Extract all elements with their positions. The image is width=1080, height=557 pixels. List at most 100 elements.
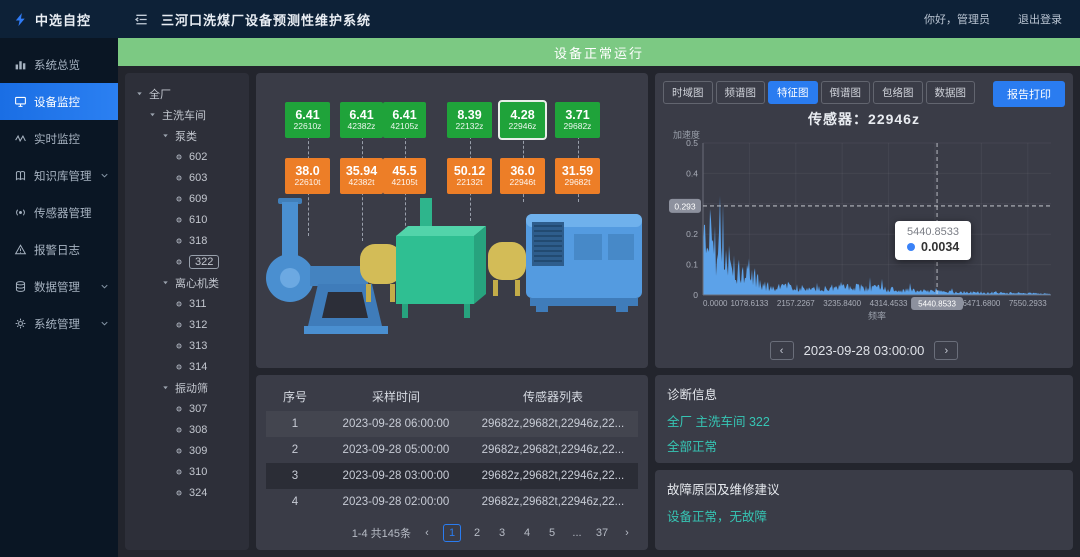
sensor-value: 45.5 (392, 164, 416, 178)
tree-node-609[interactable]: 609 (131, 188, 243, 209)
chart-tab-6[interactable]: 数据图 (926, 81, 976, 104)
pagination-ellipsis: ... (568, 524, 586, 542)
sidebar-item-5[interactable]: 传感器管理 (0, 194, 118, 231)
tree-branch-主洗车间[interactable]: 主洗车间 (131, 104, 243, 125)
x-crosshair-label: 5440.8533 (918, 300, 956, 309)
sensor-badge-42382t[interactable]: 35.9442382t (340, 158, 383, 194)
status-banner-text: 设备正常运行 (554, 43, 644, 62)
pagination-page-2[interactable]: 2 (468, 524, 486, 542)
table-row-2[interactable]: 22023-09-28 05:00:0029682z,29682t,22946z… (266, 437, 638, 463)
alarm-icon (14, 243, 27, 256)
sidebar-item-8[interactable]: 系统管理 (0, 305, 118, 342)
diagnosis-panel: 诊断信息 全厂 主洗车间 322全部正常 (655, 375, 1073, 463)
sensor-badge-42105z[interactable]: 6.4142105z (383, 102, 426, 138)
next-date-button[interactable]: › (934, 341, 958, 360)
tree-node-label: 307 (189, 403, 207, 415)
table-row-3[interactable]: 32023-09-28 03:00:0029682z,29682t,22946z… (266, 463, 638, 489)
tree-branch-振动筛[interactable]: 振动筛 (131, 377, 243, 398)
sensor-badge-22610z[interactable]: 6.4122610z (285, 102, 330, 138)
tree-node-313[interactable]: 313 (131, 335, 243, 356)
sidebar-item-1[interactable]: 系统总览 (0, 46, 118, 83)
chart-tab-2[interactable]: 频谱图 (716, 81, 766, 104)
table-cell: 29682z,29682t,22946z,22... (468, 444, 638, 456)
sidebar-item-2[interactable]: 设备监控 (0, 83, 118, 120)
sensor-value: 31.59 (562, 164, 593, 178)
tree-node-label: 314 (189, 361, 207, 373)
collapse-menu-icon[interactable] (134, 12, 149, 27)
tree-branch-离心机类[interactable]: 离心机类 (131, 272, 243, 293)
sensor-badge-22132z[interactable]: 8.3922132z (447, 102, 492, 138)
sensor-badge-29682z[interactable]: 3.7129682z (555, 102, 600, 138)
status-banner: 设备正常运行 (118, 38, 1080, 66)
pagination-page-37[interactable]: 37 (593, 524, 611, 542)
prev-date-button[interactable]: ‹ (770, 341, 794, 360)
tree-node-label: 610 (189, 214, 207, 226)
y-tick-label: 0 (693, 290, 698, 300)
sensor-badge-42105t[interactable]: 45.542105t (383, 158, 426, 194)
caret-down-icon (135, 89, 144, 98)
realtime-icon (14, 132, 27, 145)
sidebar-item-label: 传感器管理 (34, 205, 92, 221)
sidebar-item-4[interactable]: 知识库管理 (0, 157, 118, 194)
table-header-cell: 采样时间 (324, 388, 468, 405)
chart-tab-3[interactable]: 特征图 (768, 81, 818, 104)
sensor-badge-22132t[interactable]: 50.1222132t (447, 158, 492, 194)
tree-branch-泵类[interactable]: 泵类 (131, 125, 243, 146)
chevron-down-icon (99, 170, 110, 181)
table-row-4[interactable]: 42023-09-28 02:00:0029682z,29682t,22946z… (266, 489, 638, 515)
tree-branch-全厂[interactable]: 全厂 (131, 83, 243, 104)
sensor-badge-22946t[interactable]: 36.022946t (500, 158, 545, 194)
logout-link[interactable]: 退出登录 (1018, 11, 1062, 27)
tree-node-label: 主洗车间 (162, 107, 206, 123)
chart-tab-4[interactable]: 倒谱图 (821, 81, 871, 104)
device-tree: 全厂主洗车间泵类602 603 609 610 318322离心机类311312313 3… (125, 73, 249, 550)
print-report-button[interactable]: 报告打印 (993, 81, 1065, 107)
tree-node-307[interactable]: 307 (131, 398, 243, 419)
tree-node-309[interactable]: 309 (131, 440, 243, 461)
pagination-page-1[interactable]: 1 (443, 524, 461, 542)
sidebar-item-label: 系统总览 (34, 57, 80, 73)
pagination-page-4[interactable]: 4 (518, 524, 536, 542)
chart-tab-1[interactable]: 时域图 (663, 81, 713, 104)
tree-node-610[interactable]: 610 (131, 209, 243, 230)
sidebar-item-7[interactable]: 数据管理 (0, 268, 118, 305)
tree-node-label: 308 (189, 424, 207, 436)
tree-node-308[interactable]: 308 (131, 419, 243, 440)
chart-tab-5[interactable]: 包络图 (873, 81, 923, 104)
tree-node-602[interactable]: 602 (131, 146, 243, 167)
tree-node-311[interactable]: 311 (131, 293, 243, 314)
sensor-badge-22610t[interactable]: 38.022610t (285, 158, 330, 194)
pagination-prev[interactable]: ‹ (418, 524, 436, 542)
equipment-panel: 6.4122610z 6.4142382z6.4142105z 8.3922132z… (256, 73, 648, 368)
pagination-next[interactable]: › (618, 524, 636, 542)
tree-node-label: 603 (189, 172, 207, 184)
tree-node-310[interactable]: 310 (131, 461, 243, 482)
tree-node-312[interactable]: 312 (131, 314, 243, 335)
table-row-1[interactable]: 12023-09-28 06:00:0029682z,29682t,22946z… (266, 411, 638, 437)
pagination-page-5[interactable]: 5 (543, 524, 561, 542)
tree-node-603[interactable]: 603 (131, 167, 243, 188)
table-cell: 3 (266, 470, 324, 482)
sensor-badge-22946z[interactable]: 4.2822946z (500, 102, 545, 138)
x-tick-label: 0.0000 (703, 299, 728, 308)
tooltip-x-value: 5440.8533 (907, 226, 959, 238)
sidebar-item-label: 设备监控 (34, 94, 80, 110)
table-cell: 29682z,29682t,22946z,22... (468, 496, 638, 508)
tree-node-324[interactable]: 324 (131, 482, 243, 503)
pagination-page-3[interactable]: 3 (493, 524, 511, 542)
tree-node-314[interactable]: 314 (131, 356, 243, 377)
pagination-summary: 1-4 共145条 (352, 525, 411, 541)
node-gear-icon (174, 236, 184, 246)
tree-node-318[interactable]: 318 (131, 230, 243, 251)
sensor-badge-29682t[interactable]: 31.5929682t (555, 158, 600, 194)
sensor-badge-42382z[interactable]: 6.4142382z (340, 102, 383, 138)
brand: 中选自控 (0, 10, 118, 29)
table-cell: 2023-09-28 06:00:00 (324, 418, 468, 430)
chart-title: 传感器：22946z (663, 109, 1065, 129)
table-header-cell: 传感器列表 (468, 388, 638, 405)
sidebar-item-6[interactable]: 报警日志 (0, 231, 118, 268)
spectrum-chart[interactable]: 加速度00.10.20.40.50.00001078.61332157.2267… (663, 129, 1063, 325)
x-tick-label: 6471.6800 (962, 299, 1000, 308)
tree-node-322[interactable]: 322 (131, 251, 243, 272)
sidebar-item-3[interactable]: 实时监控 (0, 120, 118, 157)
